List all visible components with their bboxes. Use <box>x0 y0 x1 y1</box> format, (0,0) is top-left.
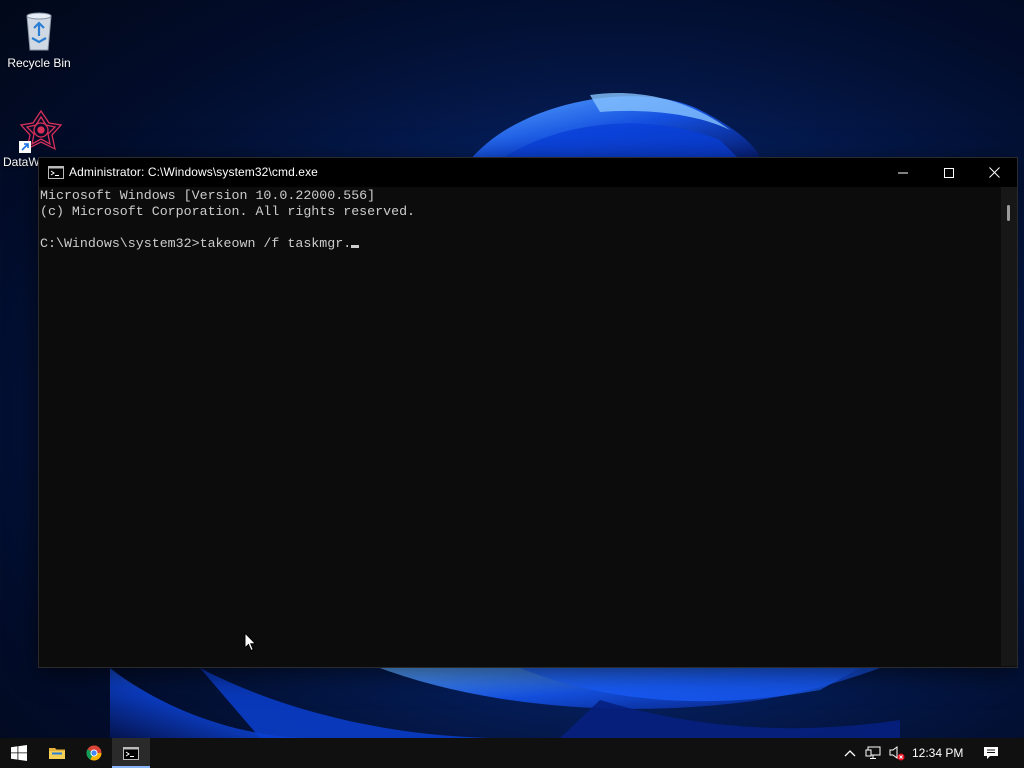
maximize-button[interactable] <box>926 158 972 187</box>
cmd-icon <box>48 166 64 179</box>
cmd-window[interactable]: Administrator: C:\Windows\system32\cmd.e… <box>38 157 1018 668</box>
taskbar: 12:34 PM <box>0 738 1024 768</box>
chevron-up-icon <box>844 750 856 757</box>
text-cursor <box>351 245 360 248</box>
network-icon <box>865 746 881 759</box>
network-status-button[interactable] <box>865 745 881 761</box>
console-output[interactable]: Microsoft Windows [Version 10.0.22000.55… <box>39 187 999 666</box>
vertical-scrollbar[interactable] <box>1001 187 1017 666</box>
desktop: Recycle Bin DataW Administrator: C:\Wind… <box>0 0 1024 768</box>
console-line: Microsoft Windows [Version 10.0.22000.55… <box>40 188 376 203</box>
scrollbar-thumb[interactable] <box>1007 205 1010 221</box>
volume-muted-icon <box>889 746 905 761</box>
start-button[interactable] <box>0 738 38 768</box>
console-prompt-line[interactable]: C:\Windows\system32>takeown /f taskmgr. <box>40 236 360 252</box>
windows-logo-icon <box>11 745 27 761</box>
window-title: Administrator: C:\Windows\system32\cmd.e… <box>69 165 318 179</box>
folder-icon <box>49 748 65 759</box>
datawrapper-shortcut-icon <box>19 109 63 153</box>
close-button[interactable] <box>971 158 1017 187</box>
maximize-icon <box>944 167 954 178</box>
volume-button[interactable] <box>889 745 905 761</box>
close-icon <box>988 167 1000 178</box>
console-line: (c) Microsoft Corporation. All rights re… <box>40 204 416 219</box>
desktop-icon-recycle-bin[interactable]: Recycle Bin <box>1 8 77 70</box>
recycle-bin-icon <box>26 12 52 51</box>
cmd-icon <box>123 746 139 760</box>
mouse-pointer-icon <box>244 632 257 652</box>
minimize-button[interactable] <box>880 158 926 187</box>
chrome-icon <box>86 745 102 761</box>
clock[interactable]: 12:34 PM <box>912 746 963 760</box>
title-bar[interactable]: Administrator: C:\Windows\system32\cmd.e… <box>39 158 1017 187</box>
console-command: C:\Windows\system32>takeown /f taskmgr. <box>40 236 352 251</box>
notifications-icon <box>984 747 998 759</box>
desktop-icon-label: Recycle Bin <box>7 56 71 70</box>
minimize-icon <box>898 172 908 173</box>
notifications-button[interactable] <box>983 745 999 761</box>
show-hidden-icons-button[interactable] <box>842 745 858 761</box>
taskbar-command-prompt[interactable] <box>112 738 150 768</box>
taskbar-file-explorer[interactable] <box>38 738 76 768</box>
taskbar-chrome[interactable] <box>75 738 113 768</box>
